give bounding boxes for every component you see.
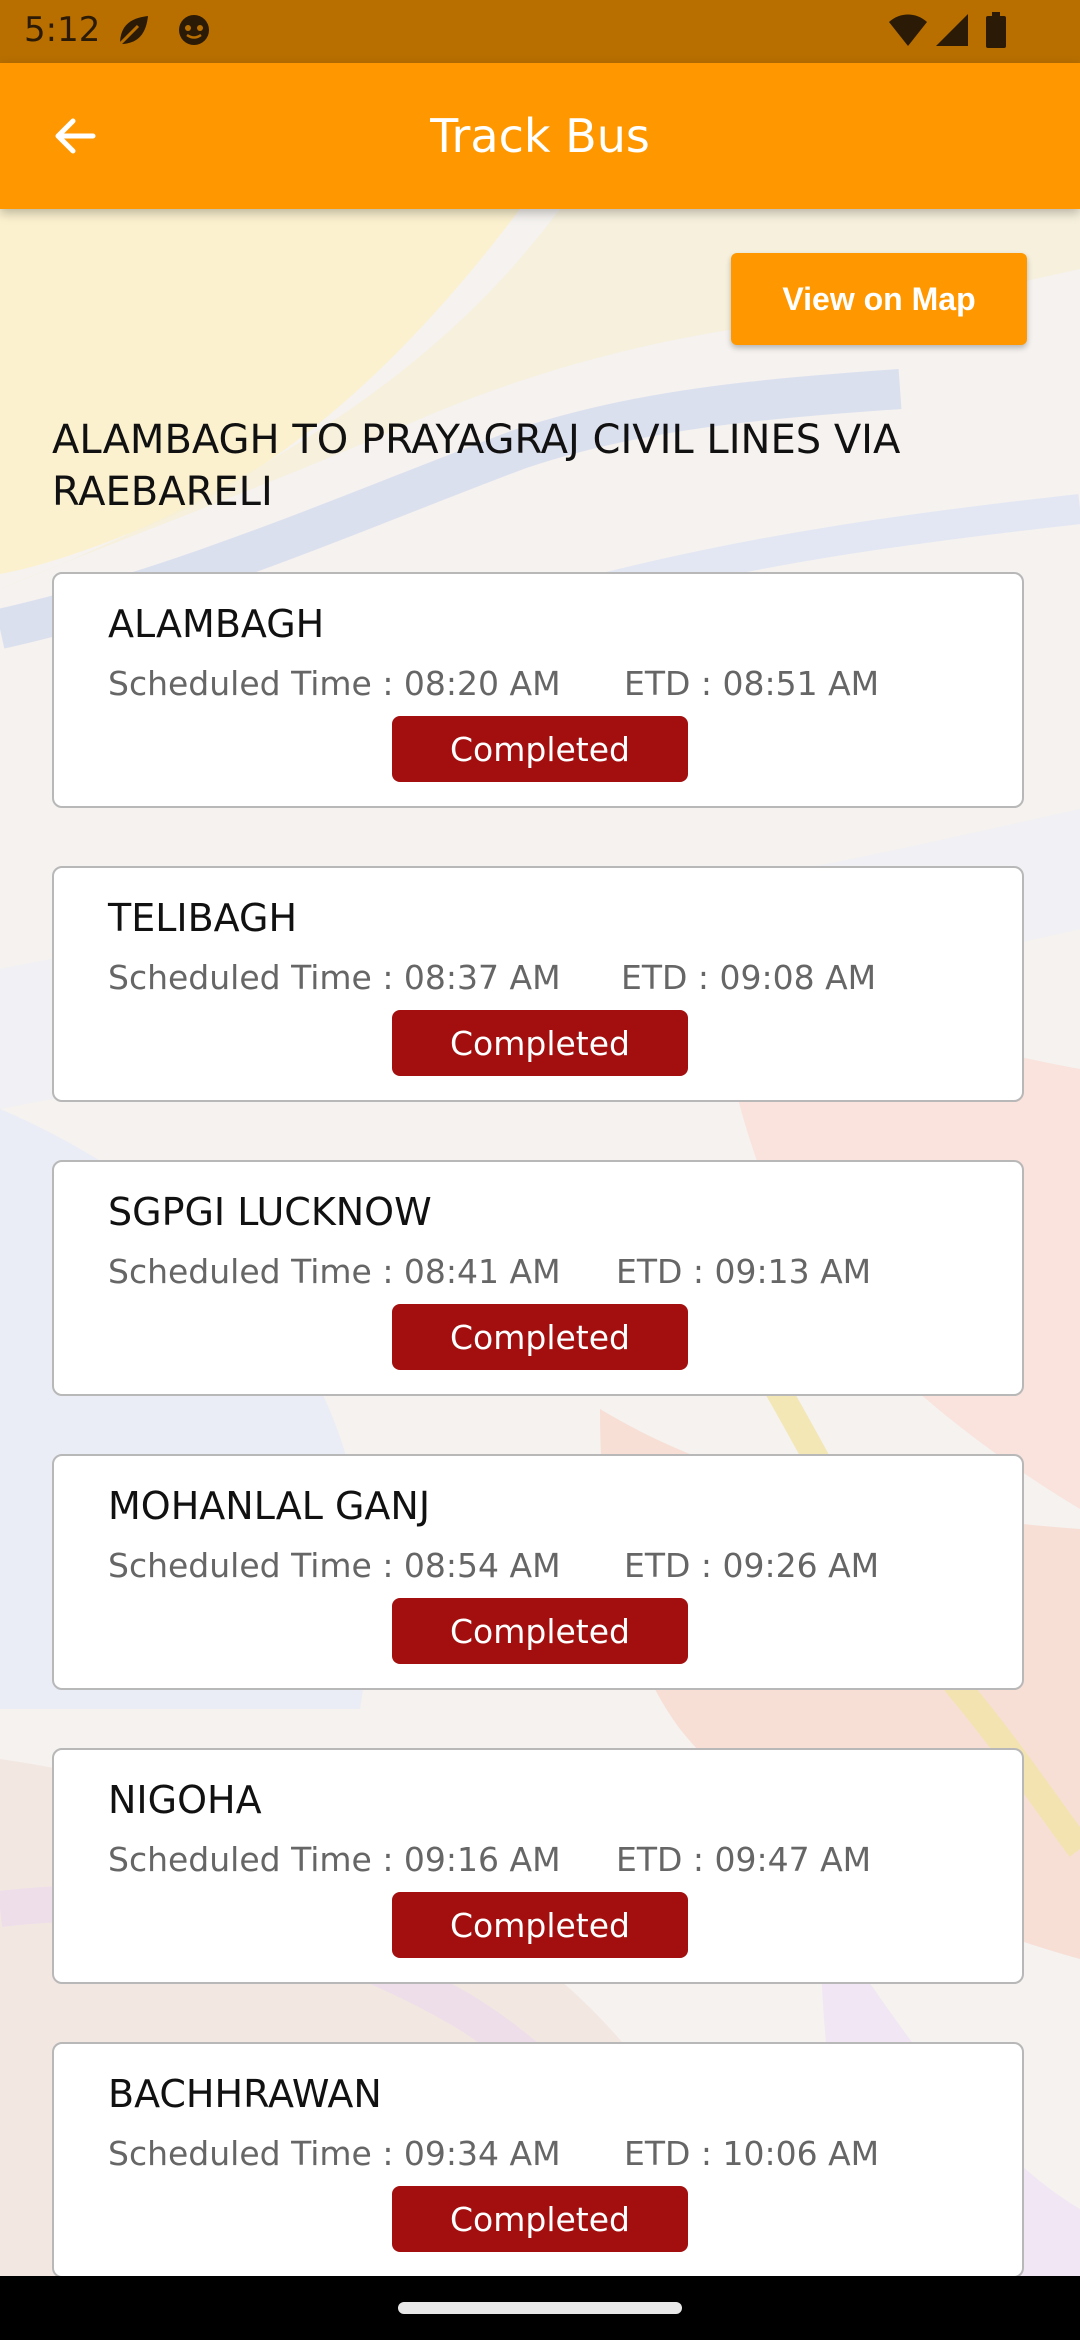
etd-time: ETD : 10:06 AM: [624, 2134, 880, 2173]
stop-card[interactable]: ALAMBAGH Scheduled Time : 08:20 AM ETD :…: [52, 572, 1024, 808]
page-title: Track Bus: [430, 109, 650, 163]
status-badge: Completed: [392, 1598, 688, 1664]
navigation-bar: [0, 2276, 1080, 2340]
status-badge: Completed: [392, 1892, 688, 1958]
stop-card[interactable]: NIGOHA Scheduled Time : 09:16 AM ETD : 0…: [52, 1748, 1024, 1984]
stop-name: BACHHRAWAN: [108, 2072, 382, 2116]
app-bar: Track Bus: [0, 63, 1080, 209]
status-badge: Completed: [392, 2186, 688, 2252]
view-on-map-button[interactable]: View on Map: [731, 253, 1027, 345]
stop-name: NIGOHA: [108, 1778, 262, 1822]
route-title: ALAMBAGH TO PRAYAGRAJ CIVIL LINES VIA RA…: [52, 417, 901, 515]
stop-name: MOHANLAL GANJ: [108, 1484, 431, 1528]
status-badge: Completed: [392, 1010, 688, 1076]
stop-card[interactable]: SGPGI LUCKNOW Scheduled Time : 08:41 AM …: [52, 1160, 1024, 1396]
stop-card[interactable]: BACHHRAWAN Scheduled Time : 09:34 AM ETD…: [52, 2042, 1024, 2278]
battery-icon: [986, 12, 1006, 52]
stop-name: ALAMBAGH: [108, 602, 325, 646]
face-icon: [176, 12, 212, 52]
etd-time: ETD : 09:47 AM: [616, 1840, 872, 1879]
etd-time: ETD : 09:26 AM: [624, 1546, 880, 1585]
back-button[interactable]: [40, 101, 110, 171]
status-badge: Completed: [392, 716, 688, 782]
stop-card[interactable]: MOHANLAL GANJ Scheduled Time : 08:54 AM …: [52, 1454, 1024, 1690]
scheduled-time: Scheduled Time : 09:34 AM: [108, 2134, 561, 2173]
status-time: 5:12: [24, 10, 101, 50]
stop-name: SGPGI LUCKNOW: [108, 1190, 432, 1234]
etd-time: ETD : 08:51 AM: [624, 664, 880, 703]
wifi-icon: [888, 12, 928, 52]
etd-time: ETD : 09:08 AM: [621, 958, 877, 997]
home-gesture-handle[interactable]: [398, 2302, 682, 2314]
scheduled-time: Scheduled Time : 08:54 AM: [108, 1546, 561, 1585]
status-badge: Completed: [392, 1304, 688, 1370]
scheduled-time: Scheduled Time : 08:20 AM: [108, 664, 561, 703]
stop-name: TELIBAGH: [108, 896, 298, 940]
etd-time: ETD : 09:13 AM: [616, 1252, 872, 1291]
signal-icon: [934, 12, 970, 52]
status-bar: 5:12: [0, 0, 1080, 63]
scheduled-time: Scheduled Time : 09:16 AM: [108, 1840, 561, 1879]
stop-card[interactable]: TELIBAGH Scheduled Time : 08:37 AM ETD :…: [52, 866, 1024, 1102]
leaf-icon: [114, 12, 152, 54]
scheduled-time: Scheduled Time : 08:41 AM: [108, 1252, 561, 1291]
arrow-left-icon: [55, 118, 96, 154]
scheduled-time: Scheduled Time : 08:37 AM: [108, 958, 561, 997]
